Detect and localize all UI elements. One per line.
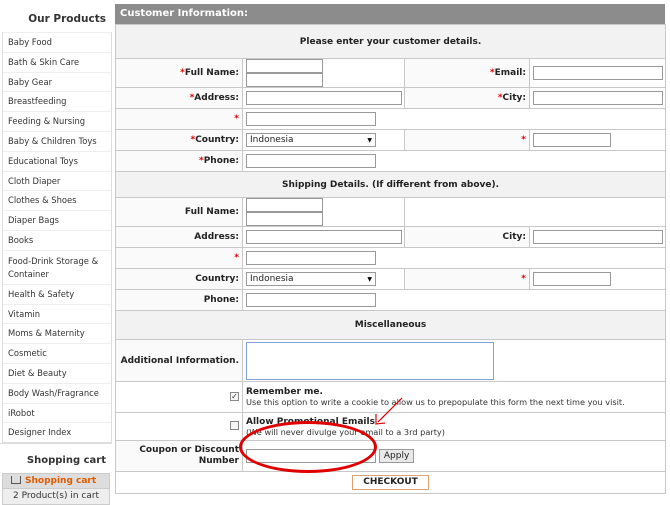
phone-label: *Phone: — [115, 150, 243, 172]
checkout-cell: CHECKOUT — [114, 471, 667, 494]
ship-phone-label: Phone: — [115, 289, 243, 311]
category-item[interactable]: Body Wash/Fragrance — [3, 382, 111, 403]
category-item[interactable]: Vitamin — [3, 303, 111, 324]
ship-state-input[interactable] — [246, 251, 376, 265]
address-cell — [242, 87, 405, 109]
state-cell — [241, 108, 667, 130]
email-cell — [528, 58, 667, 88]
ship-zip-input[interactable] — [533, 272, 611, 286]
ship-full-name-label: Full Name: — [115, 197, 243, 227]
remember-checkbox[interactable]: ✓ — [230, 392, 239, 401]
remember-desc: Use this option to write a cookie to all… — [246, 397, 625, 407]
ship-last-name-input[interactable] — [246, 212, 323, 226]
category-item[interactable]: Breastfeeding — [3, 91, 111, 111]
category-item[interactable]: Feeding & Nursing — [3, 111, 111, 131]
ship-address-cell — [242, 226, 405, 248]
ship-state-label: * — [115, 247, 243, 269]
cart-link[interactable]: Shopping cart — [3, 474, 109, 490]
state-input[interactable] — [246, 112, 376, 126]
category-item[interactable]: Moms & Maternity — [3, 323, 111, 343]
address-input[interactable] — [246, 91, 402, 105]
cart-count: 2 Product(s) in cart — [13, 491, 100, 502]
ship-country-select[interactable]: Indonesia — [246, 272, 376, 286]
full-name-cell — [242, 58, 405, 88]
ship-empty-cell — [403, 197, 667, 227]
cart-link-label: Shopping cart — [25, 476, 97, 487]
additional-info-cell — [241, 339, 667, 382]
category-item[interactable]: Baby & Children Toys — [3, 130, 111, 151]
ship-first-name-input[interactable] — [246, 198, 323, 212]
country-select[interactable]: Indonesia — [246, 133, 376, 147]
category-item[interactable]: Diet & Beauty — [3, 362, 111, 383]
remember-title: Remember me. — [246, 387, 323, 397]
category-item[interactable]: Health & Safety — [3, 283, 111, 304]
sidebar: Our Products Baby Food Bath & Skin Care … — [0, 0, 112, 505]
category-item[interactable]: Cosmetic — [3, 343, 111, 363]
category-item[interactable]: Clothes & Shoes — [3, 190, 111, 210]
ship-zip-label: * — [404, 268, 530, 290]
checkout-button[interactable]: CHECKOUT — [352, 475, 429, 490]
city-label: *City: — [404, 87, 530, 109]
ship-zip-cell — [528, 268, 667, 290]
category-item[interactable]: Food-Drink Storage & Container — [3, 249, 111, 284]
country-label: *Country: — [115, 129, 243, 151]
ship-state-cell — [241, 247, 667, 269]
category-item[interactable]: Designer Index — [3, 422, 111, 442]
ship-city-input[interactable] — [533, 230, 663, 244]
category-item[interactable]: Baby Gear — [3, 71, 111, 92]
category-item[interactable]: Educational Toys — [3, 150, 111, 171]
ship-phone-input[interactable] — [246, 293, 376, 307]
city-input[interactable] — [533, 91, 663, 105]
zip-cell — [528, 129, 667, 151]
ship-full-name-cell — [242, 197, 405, 227]
ship-city-cell — [528, 226, 667, 248]
annotation-arrow-icon — [375, 397, 403, 425]
annotation-ring — [239, 421, 377, 473]
last-name-input[interactable] — [246, 73, 323, 87]
email-label: *Email: — [404, 58, 530, 88]
products-heading: Our Products — [28, 13, 106, 25]
ship-country-label: Country: — [115, 268, 243, 290]
remember-cell: Remember me. Use this option to write a … — [241, 381, 667, 413]
category-item[interactable]: Diaper Bags — [3, 210, 111, 230]
remember-check-cell: ✓ — [115, 381, 243, 413]
ship-address-label: Address: — [115, 226, 243, 248]
category-item[interactable]: Books — [3, 229, 111, 250]
category-item[interactable]: Bath & Skin Care — [3, 51, 111, 72]
customer-section-header: Please enter your customer details. — [114, 24, 667, 59]
ship-phone-cell — [241, 289, 667, 311]
shipping-section-header: Shipping Details. (If different from abo… — [114, 171, 667, 198]
cart-heading: Shopping cart — [0, 443, 112, 473]
coupon-label: Coupon or Discount Number — [115, 440, 243, 472]
phone-input[interactable] — [246, 154, 376, 168]
additional-info-textarea[interactable] — [246, 341, 494, 380]
state-label: * — [115, 108, 243, 130]
ship-address-input[interactable] — [246, 230, 402, 244]
promo-checkbox[interactable] — [230, 420, 239, 430]
category-list: Baby Food Bath & Skin Care Baby Gear Bre… — [2, 32, 112, 444]
form-title: Customer Information: — [115, 4, 665, 24]
cart-box: Shopping cart 2 Product(s) in cart — [2, 473, 110, 505]
full-name-label: *Full Name: — [115, 58, 243, 88]
promo-check-cell — [115, 412, 243, 441]
cart-icon — [11, 476, 21, 485]
first-name-input[interactable] — [246, 59, 323, 73]
zip-label: * — [404, 129, 530, 151]
additional-info-label: Additional Information. — [115, 339, 243, 382]
ship-country-cell: Indonesia — [242, 268, 405, 290]
country-cell: Indonesia — [242, 129, 405, 151]
address-label: *Address: — [115, 87, 243, 109]
city-cell — [528, 87, 667, 109]
email-input[interactable] — [533, 66, 663, 80]
category-item[interactable]: Cloth Diaper — [3, 170, 111, 191]
category-item[interactable]: iRobot — [3, 402, 111, 423]
phone-cell — [241, 150, 667, 172]
misc-section-header: Miscellaneous — [114, 310, 667, 340]
zip-input[interactable] — [533, 133, 611, 147]
ship-city-label: City: — [404, 226, 530, 248]
category-item[interactable]: Baby Food — [3, 32, 111, 52]
apply-button[interactable]: Apply — [378, 449, 415, 463]
